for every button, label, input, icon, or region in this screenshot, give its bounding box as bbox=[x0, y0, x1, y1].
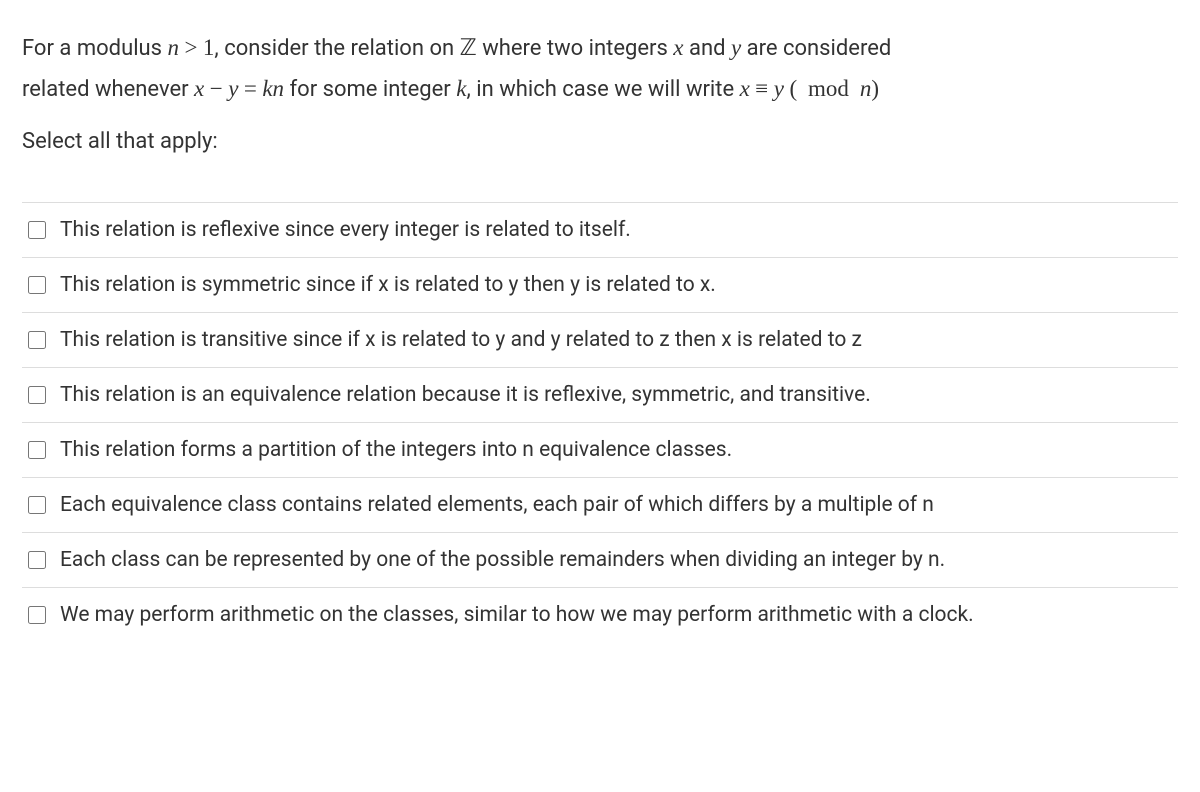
option-row[interactable]: This relation is symmetric since if x is… bbox=[22, 258, 1178, 313]
var-x: x bbox=[194, 76, 204, 101]
var-n: n bbox=[860, 76, 872, 101]
option-label: This relation is symmetric since if x is… bbox=[60, 273, 1178, 297]
option-row[interactable]: We may perform arithmetic on the classes… bbox=[22, 588, 1178, 642]
text: are considered bbox=[741, 36, 891, 61]
option-label: Each equivalence class contains related … bbox=[60, 493, 1178, 517]
option-checkbox[interactable] bbox=[28, 221, 46, 239]
text: , in which case we will write bbox=[466, 77, 739, 102]
option-checkbox[interactable] bbox=[28, 551, 46, 569]
var-x: x bbox=[673, 35, 683, 60]
op-equiv: ≡ bbox=[755, 76, 768, 101]
option-checkbox[interactable] bbox=[28, 276, 46, 294]
var-y: y bbox=[731, 35, 741, 60]
var-k: k bbox=[262, 76, 272, 101]
option-row[interactable]: This relation is an equivalence relation… bbox=[22, 368, 1178, 423]
option-label: We may perform arithmetic on the classes… bbox=[60, 603, 1178, 627]
var-y: y bbox=[228, 76, 238, 101]
text: for some integer bbox=[284, 77, 456, 102]
text: where two integers bbox=[477, 36, 674, 61]
option-row[interactable]: This relation forms a partition of the i… bbox=[22, 423, 1178, 478]
option-label: This relation is transitive since if x i… bbox=[60, 328, 1178, 352]
set-Z: ℤ bbox=[460, 35, 477, 60]
rparen: ) bbox=[871, 76, 879, 101]
num-1: 1 bbox=[203, 35, 215, 60]
option-label: Each class can be represented by one of … bbox=[60, 548, 1178, 572]
option-row[interactable]: This relation is reflexive since every i… bbox=[22, 202, 1178, 258]
text: and bbox=[684, 36, 731, 61]
option-checkbox[interactable] bbox=[28, 441, 46, 459]
var-y: y bbox=[774, 76, 784, 101]
instruction-text: Select all that apply: bbox=[22, 129, 1178, 154]
mod: mod bbox=[808, 76, 849, 101]
option-row[interactable]: Each equivalence class contains related … bbox=[22, 478, 1178, 533]
op-minus: − bbox=[210, 76, 223, 101]
op-eq: = bbox=[244, 76, 257, 101]
text: For a modulus bbox=[22, 36, 167, 61]
lparen: ( bbox=[789, 76, 797, 101]
option-label: This relation is an equivalence relation… bbox=[60, 383, 1178, 407]
option-checkbox[interactable] bbox=[28, 496, 46, 514]
option-row[interactable]: This relation is transitive since if x i… bbox=[22, 313, 1178, 368]
text: related whenever bbox=[22, 77, 194, 102]
question-container: For a modulus n > 1, consider the relati… bbox=[0, 0, 1200, 666]
var-n: n bbox=[273, 76, 285, 101]
op-gt: > bbox=[184, 35, 197, 60]
option-label: This relation is reflexive since every i… bbox=[60, 218, 1178, 242]
option-checkbox[interactable] bbox=[28, 386, 46, 404]
option-checkbox[interactable] bbox=[28, 331, 46, 349]
option-label: This relation forms a partition of the i… bbox=[60, 438, 1178, 462]
option-checkbox[interactable] bbox=[28, 606, 46, 624]
var-k: k bbox=[456, 76, 466, 101]
option-row[interactable]: Each class can be represented by one of … bbox=[22, 533, 1178, 588]
question-prompt: For a modulus n > 1, consider the relati… bbox=[22, 28, 1178, 109]
var-n: n bbox=[167, 35, 179, 60]
options-list: This relation is reflexive since every i… bbox=[22, 202, 1178, 642]
var-x: x bbox=[740, 76, 750, 101]
text: , consider the relation on bbox=[214, 36, 459, 61]
